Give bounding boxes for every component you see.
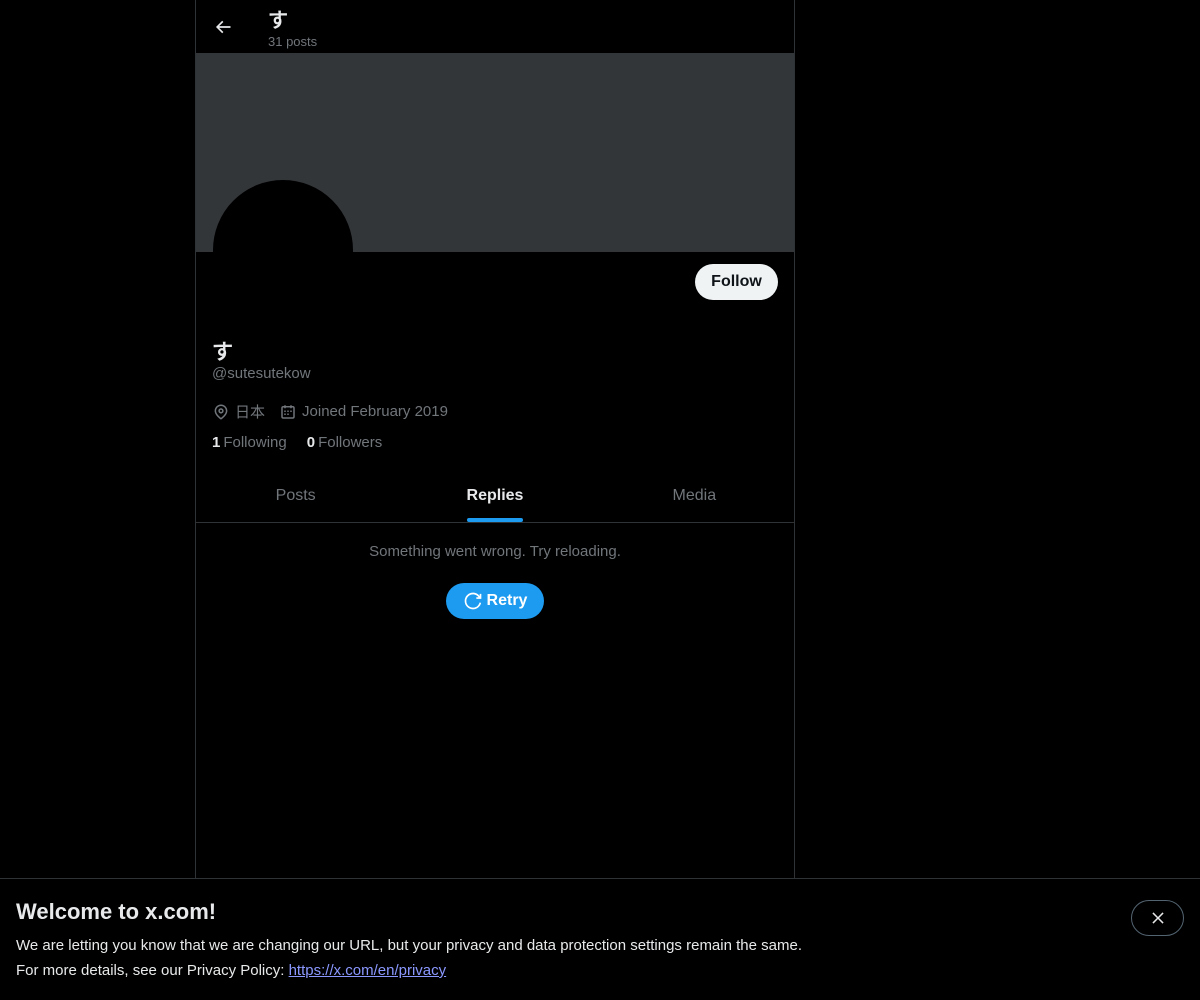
profile-handle: @sutesutekow <box>212 365 311 382</box>
followers-count: 0 <box>306 434 316 451</box>
back-arrow-icon <box>215 20 231 34</box>
tab-media[interactable]: Media <box>595 469 794 522</box>
followers-link[interactable]: 0 Followers <box>307 434 383 451</box>
error-message: Something went wrong. Try reloading. <box>369 543 621 560</box>
refresh-icon <box>464 592 481 610</box>
header-display-name: す <box>268 10 288 32</box>
notice-privacy-prefix: For more details, see our Privacy Policy… <box>16 962 289 979</box>
notice-title: Welcome to x.com! <box>16 899 217 924</box>
notice-text: We are letting you know that we are chan… <box>16 937 802 954</box>
profile-location: 日本 <box>212 401 265 422</box>
tab-replies-label: Replies <box>466 486 524 504</box>
profile-header-bar: す 31 posts <box>196 0 794 53</box>
profile-joined: Joined February 2019 <box>279 403 448 421</box>
active-tab-indicator <box>466 518 523 522</box>
tab-replies[interactable]: Replies <box>395 469 594 522</box>
joined-text: Joined February 2019 <box>302 403 448 420</box>
profile-stats: 1 Following 0 Followers <box>212 434 402 451</box>
location-pin-icon <box>214 404 228 420</box>
following-link[interactable]: 1 Following <box>212 434 287 451</box>
back-button[interactable] <box>206 10 240 44</box>
profile-column: す 31 posts Follow す @sutesutekow 日本 Join… <box>195 0 795 878</box>
tab-posts[interactable]: Posts <box>196 469 395 522</box>
avatar[interactable] <box>213 180 353 320</box>
calendar-icon <box>281 404 295 419</box>
header-posts-count: 31 posts <box>268 34 318 49</box>
follow-button[interactable]: Follow <box>695 264 778 300</box>
close-icon <box>1151 912 1164 924</box>
profile-meta: 日本 Joined February 2019 <box>212 401 462 422</box>
following-label: Following <box>223 434 287 451</box>
privacy-policy-link[interactable]: https://x.com/en/privacy <box>289 962 447 979</box>
profile-tabs: Posts Replies Media <box>196 469 794 523</box>
profile-display-name: す <box>212 341 233 364</box>
url-change-notice: Welcome to x.com! We are letting you kno… <box>0 878 1200 1000</box>
location-text: 日本 <box>235 404 266 421</box>
retry-button[interactable]: Retry <box>446 583 544 619</box>
tab-media-label: Media <box>672 486 717 504</box>
followers-label: Followers <box>318 434 383 451</box>
tab-posts-label: Posts <box>275 486 316 504</box>
retry-label: Retry <box>486 592 528 609</box>
notice-privacy-line: For more details, see our Privacy Policy… <box>16 962 446 979</box>
following-count: 1 <box>212 434 221 451</box>
close-notice-button[interactable] <box>1131 900 1184 936</box>
